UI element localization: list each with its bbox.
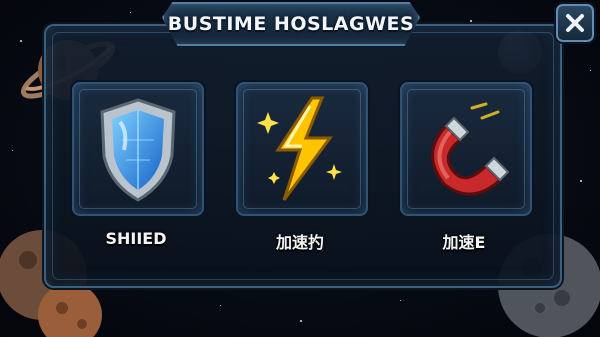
magnet-powerup-card[interactable] bbox=[400, 82, 532, 216]
game-screen: BUSTIME HOSLAGWES SHIIED 加速扚 加速E bbox=[0, 0, 600, 337]
shield-powerup-card[interactable] bbox=[72, 82, 204, 216]
lightning-icon bbox=[257, 96, 342, 201]
dialog-title: BUSTIME HOSLAGWES bbox=[167, 13, 415, 35]
close-icon bbox=[566, 14, 584, 32]
speed-boost-powerup-card[interactable] bbox=[236, 82, 368, 216]
shield-label: SHIIED bbox=[105, 229, 167, 248]
magnet-icon bbox=[431, 102, 510, 196]
magnet-label: 加速E bbox=[442, 233, 486, 252]
shield-icon bbox=[100, 98, 176, 202]
title-banner: BUSTIME HOSLAGWES bbox=[162, 2, 420, 46]
speed-boost-label: 加速扚 bbox=[275, 233, 324, 252]
close-button[interactable] bbox=[556, 4, 594, 42]
